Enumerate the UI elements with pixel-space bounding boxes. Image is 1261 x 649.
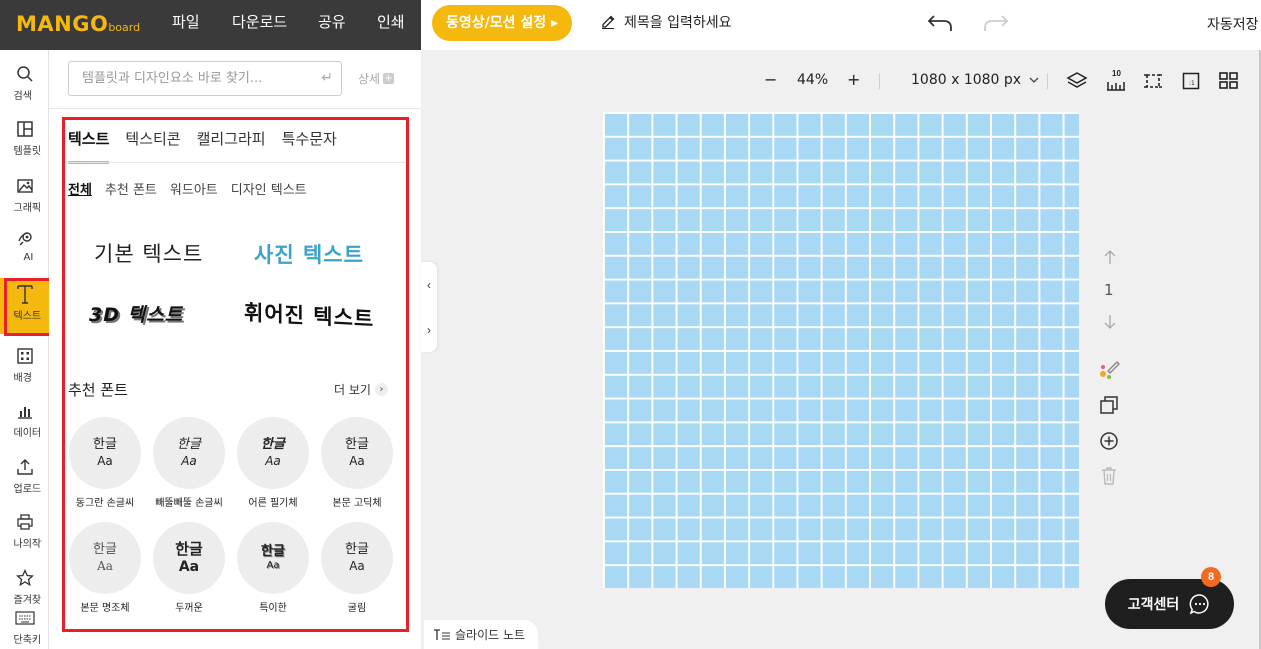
ai-icon bbox=[15, 229, 35, 249]
graphic-icon bbox=[15, 176, 35, 196]
search-placeholder: 템플릿과 디자인요소 바로 찾기... bbox=[82, 71, 263, 86]
color-picker-icon[interactable] bbox=[1098, 357, 1122, 381]
star-icon bbox=[15, 568, 35, 588]
print-icon bbox=[15, 512, 35, 532]
chat-bubble-icon bbox=[1189, 594, 1209, 615]
iconbar-shortcuts[interactable]: 단축키 bbox=[0, 602, 49, 649]
iconbar-label: 데이터 bbox=[13, 428, 42, 439]
template-search-input[interactable]: 템플릿과 디자인요소 바로 찾기... ↵ bbox=[68, 61, 342, 96]
slide-note-label: 슬라이드 노트 bbox=[455, 628, 526, 642]
iconbar-ai[interactable]: AI bbox=[0, 223, 49, 275]
menu-print[interactable]: 인쇄 bbox=[377, 0, 405, 50]
zoom-in-button[interactable]: + bbox=[847, 70, 860, 89]
detail-label: 상세 bbox=[358, 72, 381, 86]
logo-sub-text: board bbox=[108, 21, 141, 34]
zoom-out-button[interactable]: − bbox=[764, 70, 777, 89]
iconbar-label: AI bbox=[23, 252, 34, 263]
chevron-down-icon bbox=[1029, 77, 1039, 83]
background-icon bbox=[15, 346, 35, 366]
text-menu-highlight-box bbox=[4, 278, 52, 336]
pencil-icon bbox=[602, 15, 615, 29]
page-number: 1 bbox=[1104, 281, 1114, 299]
plus-icon: + bbox=[383, 73, 395, 84]
iconbar-graphic[interactable]: 그래픽 bbox=[0, 170, 49, 222]
motion-settings-button[interactable]: 동영상/모션 설정 ▸ bbox=[432, 5, 572, 41]
iconbar-upload[interactable]: 업로드 bbox=[0, 451, 49, 503]
title-placeholder: 제목을 입력하세요 bbox=[624, 15, 732, 31]
panel-collapse-tab[interactable]: ‹ › bbox=[421, 262, 437, 352]
iconbar-label: 업로드 bbox=[13, 484, 42, 495]
left-icon-bar: 검색 템플릿 그래픽 AI 텍스트 배경 데이터 업로드 나의작업 즐겨찾기 단… bbox=[0, 50, 49, 649]
template-icon bbox=[15, 119, 35, 139]
menu-share[interactable]: 공유 bbox=[318, 0, 346, 50]
ruler-icon[interactable]: 10 bbox=[1106, 69, 1126, 91]
chevron-right-icon[interactable]: › bbox=[427, 323, 431, 337]
slide-note-tab[interactable]: 슬라이드 노트 bbox=[424, 620, 538, 649]
iconbar-label: 배경 bbox=[13, 373, 32, 384]
page-down-icon[interactable] bbox=[1103, 314, 1117, 330]
notification-badge: 8 bbox=[1201, 567, 1221, 587]
svg-text::1: :1 bbox=[1189, 80, 1195, 87]
undo-icon[interactable] bbox=[926, 10, 954, 36]
title-input[interactable]: 제목을 입력하세요 bbox=[600, 12, 732, 32]
iconbar-my-work[interactable]: 나의작업 bbox=[0, 506, 49, 558]
canvas-size-dropdown[interactable]: 1080 x 1080 px bbox=[911, 72, 1039, 88]
enter-icon[interactable]: ↵ bbox=[321, 62, 333, 95]
customer-center-label: 고객센터 bbox=[1127, 597, 1180, 613]
customer-center-button[interactable]: 고객센터 bbox=[1105, 579, 1234, 629]
note-text-icon bbox=[434, 628, 450, 640]
redo-icon[interactable] bbox=[982, 10, 1010, 36]
page-up-icon[interactable] bbox=[1103, 249, 1117, 265]
detail-search-button[interactable]: 상세 + bbox=[358, 70, 395, 87]
top-bar: MANGOboard 파일 다운로드 공유 인쇄 동영상/모션 설정 ▸ 제목을… bbox=[0, 0, 1261, 50]
ruler-label: 10 bbox=[1112, 69, 1121, 78]
logo-text: MANGO bbox=[16, 12, 109, 36]
keyboard-icon bbox=[14, 608, 35, 628]
grid-view-icon[interactable] bbox=[1219, 72, 1239, 90]
upload-icon bbox=[15, 457, 35, 477]
iconbar-template[interactable]: 템플릿 bbox=[0, 113, 49, 165]
design-canvas[interactable] bbox=[603, 112, 1079, 588]
add-page-icon[interactable] bbox=[1099, 431, 1119, 451]
chart-icon bbox=[15, 401, 35, 421]
divider bbox=[1047, 73, 1048, 89]
text-panel-highlight-box bbox=[62, 117, 409, 632]
chevron-left-icon[interactable]: ‹ bbox=[427, 278, 431, 292]
iconbar-data[interactable]: 데이터 bbox=[0, 395, 49, 447]
iconbar-label: 템플릿 bbox=[13, 146, 42, 157]
trash-icon[interactable] bbox=[1100, 466, 1118, 486]
iconbar-label: 나의작업 bbox=[13, 539, 42, 550]
mango-board-logo[interactable]: MANGOboard bbox=[16, 12, 140, 36]
iconbar-label: 검색 bbox=[13, 91, 32, 102]
iconbar-search[interactable]: 검색 bbox=[0, 58, 49, 110]
crop-icon[interactable] bbox=[1143, 71, 1163, 91]
divider bbox=[49, 108, 421, 109]
menu-download[interactable]: 다운로드 bbox=[232, 0, 287, 50]
aspect-ratio-icon[interactable]: :1 bbox=[1182, 72, 1200, 90]
iconbar-background[interactable]: 배경 bbox=[0, 340, 49, 392]
search-icon bbox=[15, 64, 35, 84]
iconbar-label: 그래픽 bbox=[13, 203, 42, 214]
zoom-level[interactable]: 44% bbox=[797, 72, 828, 88]
canvas-size-label: 1080 x 1080 px bbox=[911, 72, 1022, 88]
autosave-label: 자동저장 bbox=[1207, 17, 1259, 33]
layers-icon[interactable] bbox=[1066, 71, 1088, 91]
iconbar-label: 단축키 bbox=[13, 635, 42, 646]
divider bbox=[879, 73, 880, 89]
duplicate-icon[interactable] bbox=[1099, 395, 1119, 415]
menu-file[interactable]: 파일 bbox=[172, 0, 200, 50]
